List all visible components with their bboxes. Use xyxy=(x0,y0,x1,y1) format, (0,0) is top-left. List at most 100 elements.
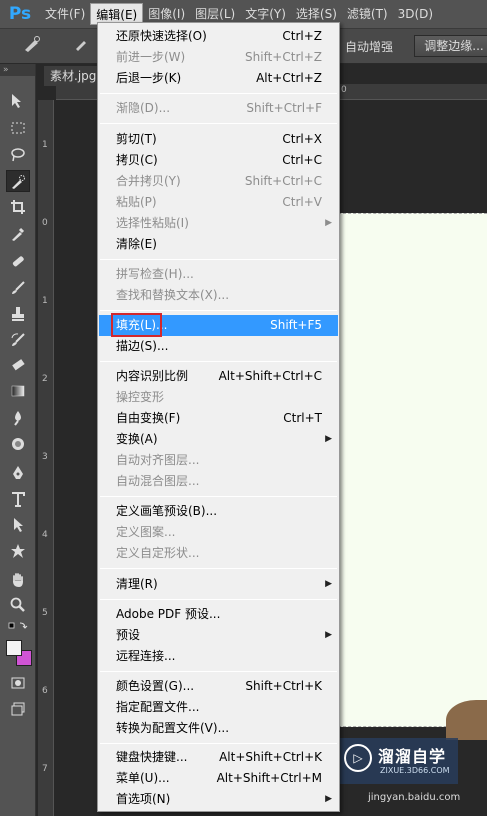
ruler-label: 1 xyxy=(42,140,48,150)
ruler-label: 0 xyxy=(341,85,347,95)
menu-3d[interactable]: 3D(D) xyxy=(393,3,438,25)
menu-separator xyxy=(100,568,337,569)
submenu-arrow-icon: ▶ xyxy=(325,794,332,804)
screen-mode-icon[interactable] xyxy=(6,698,30,720)
menu-separator xyxy=(100,743,337,744)
eraser-tool-icon[interactable] xyxy=(6,354,30,376)
menu-separator xyxy=(100,599,337,600)
watermark-logo: ▷ 溜溜自学 ZIXUE.3D66.COM xyxy=(338,738,458,784)
quick-selection-brush-icon[interactable] xyxy=(20,35,44,57)
submenu-arrow-icon: ▶ xyxy=(325,579,332,589)
menu-item-define-pattern[interactable]: 定义图案... xyxy=(99,522,338,543)
hand-tool-icon[interactable] xyxy=(6,569,30,591)
marquee-tool-icon[interactable] xyxy=(6,117,30,139)
menu-separator xyxy=(100,123,337,124)
menu-item-convert-to-profile[interactable]: 转换为配置文件(V)... xyxy=(99,718,338,739)
menu-item-copy-merged[interactable]: 合并拷贝(Y) Shift+Ctrl+C xyxy=(99,171,338,192)
swap-colors-icon[interactable] xyxy=(6,618,30,632)
menu-separator xyxy=(100,671,337,672)
refine-edge-button[interactable]: 调整边缘... xyxy=(414,35,487,57)
menu-item-adobe-pdf-presets[interactable]: Adobe PDF 预设... xyxy=(99,604,338,625)
pen-tool-icon[interactable] xyxy=(6,462,30,484)
menu-item-define-custom-shape[interactable]: 定义自定形状... xyxy=(99,543,338,564)
custom-shape-tool-icon[interactable] xyxy=(6,540,30,562)
watermark-site: jingyan.baidu.com xyxy=(368,792,461,803)
menu-item-auto-blend-layers[interactable]: 自动混合图层... xyxy=(99,471,338,492)
gradient-tool-icon[interactable] xyxy=(6,380,30,402)
ruler-label: 5 xyxy=(42,608,48,618)
menu-item-copy[interactable]: 拷贝(C) Ctrl+C xyxy=(99,150,338,171)
menu-file[interactable]: 文件(F) xyxy=(40,3,90,25)
menu-separator xyxy=(100,361,337,362)
vertical-ruler: 1 0 1 2 3 4 5 6 7 xyxy=(38,100,54,816)
dodge-tool-icon[interactable] xyxy=(6,433,30,455)
document-tab[interactable]: 素材.jpg xyxy=(44,66,103,86)
auto-enhance-label[interactable]: 自动增强 xyxy=(345,38,393,55)
submenu-arrow-icon: ▶ xyxy=(325,218,332,228)
blur-tool-icon[interactable] xyxy=(6,407,30,429)
toolbox-collapse-icon[interactable]: » xyxy=(0,64,35,76)
menu-item-transform[interactable]: 变换(A) ▶ xyxy=(99,429,338,450)
submenu-arrow-icon: ▶ xyxy=(325,434,332,444)
menu-item-presets[interactable]: 预设 ▶ xyxy=(99,625,338,646)
crop-tool-icon[interactable] xyxy=(6,196,30,218)
menu-separator xyxy=(100,310,337,311)
menu-separator xyxy=(100,496,337,497)
menu-item-color-settings[interactable]: 颜色设置(G)... Shift+Ctrl+K xyxy=(99,676,338,697)
lasso-tool-icon[interactable] xyxy=(6,144,30,166)
menu-item-preferences[interactable]: 首选项(N) ▶ xyxy=(99,789,338,810)
foreground-color-swatch[interactable] xyxy=(6,640,22,656)
eyedropper-tool-icon[interactable] xyxy=(6,223,30,245)
menu-item-spell-check[interactable]: 拼写检查(H)... xyxy=(99,264,338,285)
menu-item-find-replace[interactable]: 查找和替换文本(X)... xyxy=(99,285,338,306)
menu-separator xyxy=(100,93,337,94)
menu-item-fill[interactable]: 填充(L)... Shift+F5 xyxy=(99,315,338,336)
history-brush-tool-icon[interactable] xyxy=(6,329,30,351)
menu-item-stroke[interactable]: 描边(S)... xyxy=(99,336,338,357)
ruler-label: 3 xyxy=(42,452,48,462)
menu-item-purge[interactable]: 清理(R) ▶ xyxy=(99,574,338,595)
menu-item-define-brush-preset[interactable]: 定义画笔预设(B)... xyxy=(99,501,338,522)
menu-item-paste-special[interactable]: 选择性粘贴(I) ▶ xyxy=(99,213,338,234)
menu-item-free-transform[interactable]: 自由变换(F) Ctrl+T xyxy=(99,408,338,429)
ruler-label: 6 xyxy=(42,686,48,696)
ruler-label: 1 xyxy=(42,296,48,306)
healing-brush-tool-icon[interactable] xyxy=(6,250,30,272)
brush-tool-icon[interactable] xyxy=(6,277,30,299)
menu-item-cut[interactable]: 剪切(T) Ctrl+X xyxy=(99,129,338,150)
menu-item-step-backward[interactable]: 后退一步(K) Alt+Ctrl+Z xyxy=(99,68,338,89)
watermark-title: 溜溜自学 xyxy=(378,747,447,766)
menu-item-fade[interactable]: 渐隐(D)... Shift+Ctrl+F xyxy=(99,98,338,119)
ruler-label: 4 xyxy=(42,530,48,540)
zoom-tool-icon[interactable] xyxy=(6,594,30,616)
clone-stamp-tool-icon[interactable] xyxy=(6,303,30,325)
menu-separator xyxy=(100,259,337,260)
menu-item-puppet-warp[interactable]: 操控变形 xyxy=(99,387,338,408)
menu-item-keyboard-shortcuts[interactable]: 键盘快捷键... Alt+Shift+Ctrl+K xyxy=(99,747,338,768)
menu-item-content-aware-scale[interactable]: 内容识别比例 Alt+Shift+Ctrl+C xyxy=(99,366,338,387)
watermark-subtitle: ZIXUE.3D66.COM xyxy=(380,766,450,775)
menu-filter[interactable]: 滤镜(T) xyxy=(342,3,393,25)
menu-item-paste[interactable]: 粘贴(P) Ctrl+V xyxy=(99,192,338,213)
menu-item-assign-profile[interactable]: 指定配置文件... xyxy=(99,697,338,718)
quick-mask-icon[interactable] xyxy=(6,672,30,694)
menu-item-step-forward[interactable]: 前进一步(W) Shift+Ctrl+Z xyxy=(99,47,338,68)
edit-menu-dropdown: 还原快速选择(O) Ctrl+Z 前进一步(W) Shift+Ctrl+Z 后退一步… xyxy=(97,22,340,812)
photoshop-logo: Ps xyxy=(8,4,32,24)
ruler-label: 0 xyxy=(42,218,48,228)
quick-selection-tool-icon[interactable] xyxy=(6,170,30,192)
menu-item-auto-align-layers[interactable]: 自动对齐图层... xyxy=(99,450,338,471)
play-icon: ▷ xyxy=(344,744,372,772)
ruler-label: 7 xyxy=(42,764,48,774)
ruler-label: 2 xyxy=(42,374,48,384)
type-tool-icon[interactable] xyxy=(6,488,30,510)
brush-dropdown-icon[interactable] xyxy=(70,35,94,57)
path-selection-tool-icon[interactable] xyxy=(6,514,30,536)
menu-item-menus[interactable]: 菜单(U)... Alt+Shift+Ctrl+M xyxy=(99,768,338,789)
move-tool-icon[interactable] xyxy=(6,90,30,112)
submenu-arrow-icon: ▶ xyxy=(325,630,332,640)
menu-item-clear[interactable]: 清除(E) xyxy=(99,234,338,255)
image-canvas[interactable] xyxy=(338,213,487,727)
menu-item-undo-quick-selection[interactable]: 还原快速选择(O) Ctrl+Z xyxy=(99,26,338,47)
menu-item-remote-connections[interactable]: 远程连接... xyxy=(99,646,338,667)
